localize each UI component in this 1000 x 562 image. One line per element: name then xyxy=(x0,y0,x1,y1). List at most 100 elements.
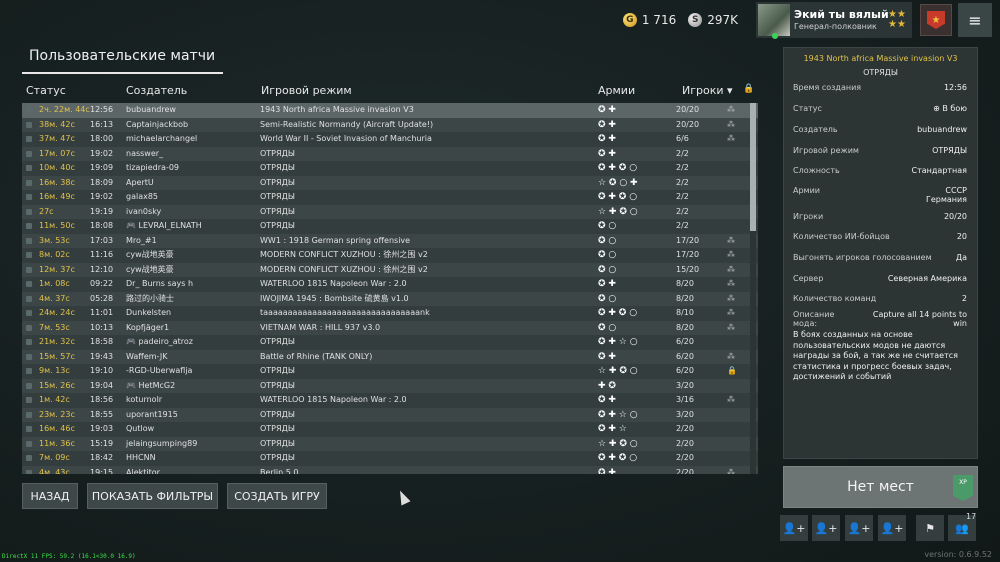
armies-icons: ✪ ○ xyxy=(598,264,617,275)
top-bar: G 1 716 S 297K Экий ты вялый Генерал-пол… xyxy=(622,0,1000,40)
armies-icons: ✪ ✚ xyxy=(598,105,616,115)
show-filters-button[interactable]: ПОКАЗАТЬ ФИЛЬТРЫ xyxy=(87,483,218,509)
table-row[interactable]: 1м. 08с 09:22 Dr_ Burns says h WATERLOO 181… xyxy=(22,277,758,292)
fps-counter: DirectX 11 FPS: 59.2 (16.1<30.0 16.9) xyxy=(2,553,136,560)
column-mode[interactable]: Игровой режим xyxy=(261,84,352,97)
status-icon xyxy=(26,121,32,128)
create-game-button[interactable]: СОЗДАТЬ ИГРУ xyxy=(227,483,327,509)
match-mode: 1943 North africa Massive invasion V3 xyxy=(260,105,414,114)
table-row[interactable]: 24м. 24с 11:01 Dunkelsten taaaaaaaaaaaaaaaa… xyxy=(22,306,758,321)
match-players: 3/20 xyxy=(676,380,694,390)
table-row[interactable]: 21м. 32с 18:58 🎮 padeiro_atroz ОТРЯДЫ ✪ ✚ ☆ … xyxy=(22,335,758,350)
match-time: 11:01 xyxy=(90,308,114,317)
table-row[interactable]: 4м. 37с 05:28 路过的小骑士 IWOJIMA 1945 : Bombsit… xyxy=(22,291,758,306)
table-row[interactable]: 12м. 37с 12:10 cyw战地英豪 MODERN CONFLICT XUZH… xyxy=(22,262,758,277)
armies-icons: ☆ ✪ ○ ✚ xyxy=(598,177,638,188)
table-row[interactable]: 16м. 46с 19:03 Qutlow ОТРЯДЫ ✪ ✚ ☆ 2/20 xyxy=(22,422,758,437)
mod-disclaimer: В боях созданных на основе пользовательс… xyxy=(793,330,958,381)
match-mode: WATERLOO 1815 Napoleon War : 2.0 xyxy=(260,395,407,404)
detail-key: Выгонять игроков голосованием xyxy=(793,253,932,262)
table-row[interactable]: 1м. 42с 18:56 koturnolr WATERLOO 1815 Napol… xyxy=(22,393,758,408)
column-status[interactable]: Статус xyxy=(26,84,66,97)
table-row[interactable]: 16м. 49с 19:02 galax85 ОТРЯДЫ ✪ ✚ ✪ ○ 2/2 xyxy=(22,190,758,205)
players-count-badge: 17 xyxy=(966,512,977,521)
table-row[interactable]: 9м. 13с 19:10 -RGD-Uberwaflja ОТРЯДЫ ☆ ✚ ✪ ○… xyxy=(22,364,758,379)
table-row[interactable]: 11м. 50с 18:08 🎮 LEVRAI_ELNATH ОТРЯДЫ ✪ ○ 2/2 xyxy=(22,219,758,234)
match-mode: ОТРЯДЫ xyxy=(863,68,898,77)
table-row[interactable]: 3м. 53с 17:03 Mro_#1 WW1 : 1918 German spri… xyxy=(22,233,758,248)
match-players: 2/2 xyxy=(676,192,689,201)
match-flag-icon: 🔒 xyxy=(727,366,737,375)
column-armies[interactable]: Армии xyxy=(598,84,635,97)
match-creator: bubuandrew xyxy=(126,105,176,114)
add-friend-icon[interactable]: 👤+ xyxy=(845,515,873,541)
match-players: 3/20 xyxy=(676,409,694,419)
add-friend-icon[interactable]: 👤+ xyxy=(878,515,906,541)
status-icon xyxy=(26,411,32,418)
table-row[interactable]: 16м. 38с 18:09 ApertU ОТРЯДЫ ☆ ✪ ○ ✚ 2/2 xyxy=(22,175,758,190)
table-row[interactable]: 11м. 36с 15:19 jelaingsumping89 ОТРЯДЫ ☆ ✚ ✪… xyxy=(22,436,758,451)
match-mode: ОТРЯДЫ xyxy=(260,409,295,419)
table-row[interactable]: 17м. 07с 19:02 nasswer_ ОТРЯДЫ ✪ ✚ 2/2 xyxy=(22,146,758,161)
menu-button[interactable]: ≡ xyxy=(958,3,992,37)
armies-icons: ✪ ✚ xyxy=(598,351,616,362)
status-icon xyxy=(26,281,32,287)
match-flag-icon: ⁂ xyxy=(727,250,735,259)
match-status: 3м. 53с xyxy=(39,235,70,245)
add-friend-icon[interactable]: 👤+ xyxy=(780,515,808,541)
gold-counter[interactable]: G 1 716 xyxy=(622,13,676,27)
match-creator: Kopfjäger1 xyxy=(126,322,170,332)
detail-key: Сложность xyxy=(793,166,840,175)
column-creator[interactable]: Создатель xyxy=(126,84,187,97)
detail-row: Игровой режим ОТРЯДЫ xyxy=(793,146,967,155)
table-row[interactable]: 4м. 43с 19:15 Alektitor Berlin 5.0 ✪ ✚ 2/20 ⁂ xyxy=(22,465,758,475)
match-status: 23м. 23с xyxy=(39,409,75,419)
match-mode: ОТРЯДЫ xyxy=(260,192,295,201)
match-mode: ОТРЯДЫ xyxy=(260,438,295,448)
player-rank: Генерал-полковник xyxy=(794,22,877,31)
detail-key: Количество ИИ-бойцов xyxy=(793,232,890,241)
table-row[interactable]: 2ч. 22м. 44с 12:56 bubuandrew 1943 North af… xyxy=(22,103,758,118)
match-players: 2/2 xyxy=(676,148,689,158)
match-time: 19:02 xyxy=(90,192,114,201)
table-row[interactable]: 7м. 53с 10:13 Kopfjäger1 VIETNAM WAR : HILL… xyxy=(22,320,758,335)
column-players[interactable]: Игроки ▾ xyxy=(682,84,733,97)
detail-key: Игроки xyxy=(793,212,824,221)
match-status: 27с xyxy=(39,206,54,216)
silver-counter[interactable]: S 297K xyxy=(688,13,738,27)
match-mode: Semi-Realistic Normandy (Aircraft Update… xyxy=(260,119,434,129)
join-button[interactable]: Нет мест XP xyxy=(783,466,978,508)
detail-value: bubuandrew xyxy=(917,125,967,134)
armies-icons: ✪ ○ xyxy=(598,250,617,260)
add-friend-icon[interactable]: 👤+ xyxy=(812,515,840,541)
match-details-panel: 1943 North africa Massive invasion V3 ОТ… xyxy=(783,47,978,459)
player-profile[interactable]: Экий ты вялый Генерал-полковник ★★ ★★ xyxy=(756,2,912,39)
flag-icon[interactable]: ⚑ xyxy=(916,515,944,541)
detail-value: 20/20 xyxy=(943,212,967,221)
table-row[interactable]: 15м. 26с 19:04 🎮 HetMcG2 ОТРЯДЫ ✚ ✪ 3/20 xyxy=(22,378,758,393)
match-creator: ivan0sky xyxy=(126,206,162,216)
scrollbar[interactable] xyxy=(750,103,756,474)
detail-value: ОТРЯДЫ xyxy=(932,146,967,155)
rank-insignia-icon: ★★ ★★ xyxy=(888,9,906,30)
table-row[interactable]: 7м. 09с 18:42 HHCNN ОТРЯДЫ ✪ ✚ ✪ ○ 2/20 xyxy=(22,451,758,466)
table-row[interactable]: 15м. 57с 19:43 Waffem-JK Battle of Rhine (T… xyxy=(22,349,758,364)
match-flag-icon: ⁂ xyxy=(727,467,735,475)
table-row[interactable]: 37м. 47с 18:00 michaelarchangel World War I… xyxy=(22,132,758,147)
scrollbar-thumb[interactable] xyxy=(750,103,756,231)
detail-row: Выгонять игроков голосованием Да xyxy=(793,253,967,262)
lock-icon[interactable]: 🔒 xyxy=(743,84,754,94)
match-time: 16:13 xyxy=(90,119,114,129)
table-row[interactable]: 23м. 23с 18:55 uporant1915 ОТРЯДЫ ✪ ✚ ☆ ○ 3/2… xyxy=(22,407,758,422)
table-row[interactable]: 10м. 40с 19:09 tizapiedra-09 ОТРЯДЫ ✪ ✚ ✪ ○ 2… xyxy=(22,161,758,176)
match-creator: nasswer_ xyxy=(126,148,164,158)
match-time: 19:43 xyxy=(90,351,114,361)
table-row[interactable]: 8м. 02с 11:16 cyw战地英豪 MODERN CONFLICT XUZHO… xyxy=(22,248,758,263)
match-players: 2/20 xyxy=(676,424,694,433)
table-row[interactable]: 38м. 42с 16:13 Captainjackbob Semi-Realisti… xyxy=(22,117,758,132)
medal-button[interactable]: ★ xyxy=(920,4,952,36)
back-button[interactable]: НАЗАД xyxy=(22,483,78,509)
armies-icons: ✚ ✪ xyxy=(598,380,616,391)
table-row[interactable]: 27с 19:19 ivan0sky ОТРЯДЫ ☆ ✚ ✪ ○ 2/2 xyxy=(22,204,758,219)
match-creator: galax85 xyxy=(126,192,159,201)
